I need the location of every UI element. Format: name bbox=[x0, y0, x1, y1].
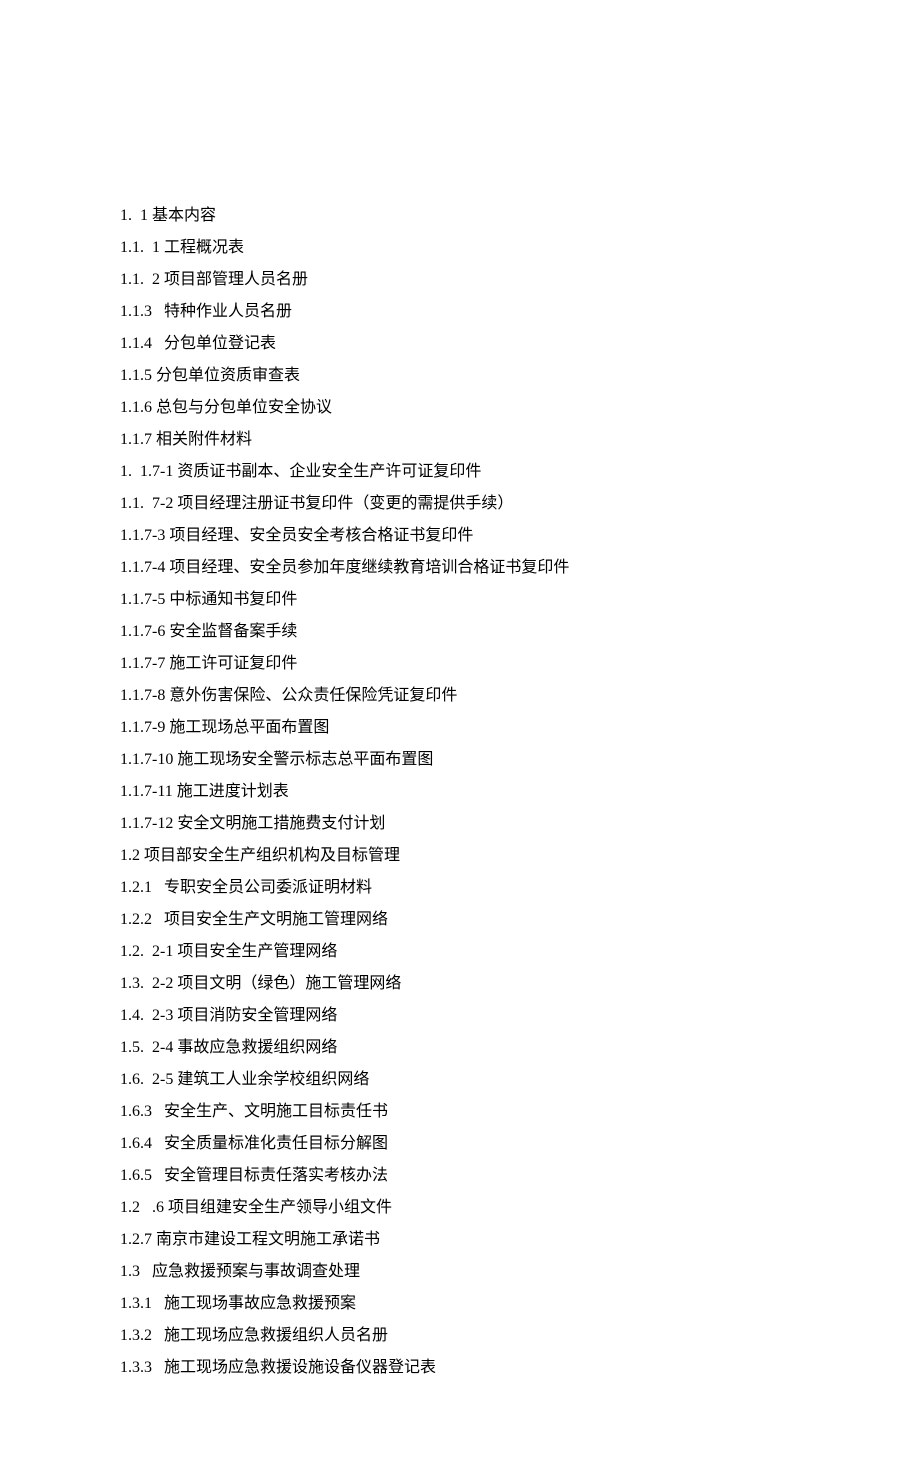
toc-line: 1.1. 1 工程概况表 bbox=[120, 232, 800, 264]
toc-line: 1.2.2 项目安全生产文明施工管理网络 bbox=[120, 904, 800, 936]
toc-line: 1.6.5 安全管理目标责任落实考核办法 bbox=[120, 1160, 800, 1192]
toc-line: 1.1.7-9 施工现场总平面布置图 bbox=[120, 712, 800, 744]
toc-line: 1.6.3 安全生产、文明施工目标责任书 bbox=[120, 1096, 800, 1128]
toc-line: 1.5. 2-4 事故应急救援组织网络 bbox=[120, 1032, 800, 1064]
toc-line: 1.1.6 总包与分包单位安全协议 bbox=[120, 392, 800, 424]
toc-line: 1.1.7-11 施工进度计划表 bbox=[120, 776, 800, 808]
toc-line: 1.1.7-4 项目经理、安全员参加年度继续教育培训合格证书复印件 bbox=[120, 552, 800, 584]
toc-line: 1.1.7-8 意外伤害保险、公众责任保险凭证复印件 bbox=[120, 680, 800, 712]
toc-line: 1.1.7 相关附件材料 bbox=[120, 424, 800, 456]
toc-line: 1.3.2 施工现场应急救援组织人员名册 bbox=[120, 1320, 800, 1352]
toc-line: 1.6. 2-5 建筑工人业余学校组织网络 bbox=[120, 1064, 800, 1096]
toc-line: 1.1.3 特种作业人员名册 bbox=[120, 296, 800, 328]
toc-line: 1.1.7-12 安全文明施工措施费支付计划 bbox=[120, 808, 800, 840]
toc-line: 1.1.5 分包单位资质审查表 bbox=[120, 360, 800, 392]
toc-line: 1.6.4 安全质量标准化责任目标分解图 bbox=[120, 1128, 800, 1160]
toc-line: 1.3.1 施工现场事故应急救援预案 bbox=[120, 1288, 800, 1320]
toc-line: 1.2 .6 项目组建安全生产领导小组文件 bbox=[120, 1192, 800, 1224]
toc-line: 1.2. 2-1 项目安全生产管理网络 bbox=[120, 936, 800, 968]
toc-line: 1.2.7 南京市建设工程文明施工承诺书 bbox=[120, 1224, 800, 1256]
toc-line: 1.4. 2-3 项目消防安全管理网络 bbox=[120, 1000, 800, 1032]
toc-line: 1.1.7-7 施工许可证复印件 bbox=[120, 648, 800, 680]
toc-line: 1.1.7-6 安全监督备案手续 bbox=[120, 616, 800, 648]
toc-line: 1.1.7-10 施工现场安全警示标志总平面布置图 bbox=[120, 744, 800, 776]
toc-line: 1.3.3 施工现场应急救援设施设备仪器登记表 bbox=[120, 1352, 800, 1384]
toc-line: 1. 1.7-1 资质证书副本、企业安全生产许可证复印件 bbox=[120, 456, 800, 488]
toc-line: 1.1.7-5 中标通知书复印件 bbox=[120, 584, 800, 616]
toc-line: 1.1. 7-2 项目经理注册证书复印件（变更的需提供手续） bbox=[120, 488, 800, 520]
toc-line: 1.3. 2-2 项目文明（绿色）施工管理网络 bbox=[120, 968, 800, 1000]
toc-line: 1.1.4 分包单位登记表 bbox=[120, 328, 800, 360]
document-page: 1. 1 基本内容1.1. 1 工程概况表1.1. 2 项目部管理人员名册1.1… bbox=[0, 0, 920, 1484]
toc-line: 1.3 应急救援预案与事故调查处理 bbox=[120, 1256, 800, 1288]
toc-line: 1. 1 基本内容 bbox=[120, 200, 800, 232]
toc-line: 1.1.7-3 项目经理、安全员安全考核合格证书复印件 bbox=[120, 520, 800, 552]
toc-line: 1.2.1 专职安全员公司委派证明材料 bbox=[120, 872, 800, 904]
toc-line: 1.1. 2 项目部管理人员名册 bbox=[120, 264, 800, 296]
toc-line: 1.2 项目部安全生产组织机构及目标管理 bbox=[120, 840, 800, 872]
